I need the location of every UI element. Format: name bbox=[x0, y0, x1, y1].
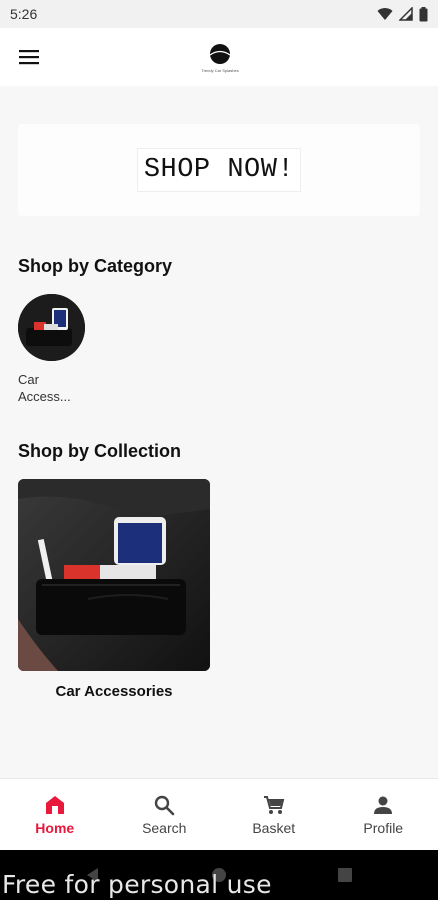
menu-button[interactable] bbox=[16, 44, 42, 70]
shop-now-banner[interactable]: SHOP NOW! bbox=[18, 124, 420, 216]
collection-item-car-accessories[interactable]: Car Accessories bbox=[18, 479, 210, 700]
status-icons bbox=[377, 6, 428, 22]
nav-basket[interactable]: Basket bbox=[219, 779, 329, 850]
collection-label: Car Accessories bbox=[55, 683, 173, 700]
nav-search-label: Search bbox=[142, 819, 187, 836]
brand-logo-mark: Trendy Car Splashes bbox=[201, 44, 239, 73]
category-label: Car Access... bbox=[18, 372, 71, 404]
nav-home[interactable]: Home bbox=[0, 779, 110, 850]
nav-profile[interactable]: Profile bbox=[329, 779, 438, 850]
home-icon bbox=[45, 795, 64, 814]
car-organizer-image bbox=[18, 294, 85, 361]
status-time: 5:26 bbox=[10, 6, 38, 22]
signal-icon bbox=[399, 7, 413, 21]
battery-icon bbox=[419, 6, 428, 21]
wifi-icon bbox=[377, 8, 393, 20]
car-organizer-photo bbox=[18, 479, 210, 671]
home-content[interactable]: SHOP NOW! Shop by Category Car Access...… bbox=[0, 86, 438, 778]
banner-label: SHOP NOW! bbox=[137, 149, 301, 191]
collection-section-title: Shop by Collection bbox=[18, 441, 182, 461]
category-thumbnail bbox=[18, 294, 85, 361]
brand-logo-text: Trendy Car Splashes bbox=[201, 68, 238, 73]
nav-profile-label: Profile bbox=[363, 819, 404, 836]
nav-search[interactable]: Search bbox=[110, 779, 220, 850]
cart-icon bbox=[263, 795, 285, 814]
person-icon bbox=[374, 796, 393, 814]
category-item-car-accessories[interactable]: Car Access... bbox=[18, 294, 98, 405]
app-bar: Trendy Car Splashes bbox=[0, 28, 438, 86]
collection-thumbnail bbox=[18, 479, 210, 671]
recents-icon[interactable] bbox=[337, 867, 353, 883]
category-section-title: Shop by Category bbox=[18, 256, 173, 276]
bottom-navigation: Home Search Basket Profile bbox=[0, 778, 438, 850]
hamburger-menu-icon bbox=[19, 50, 39, 65]
nav-home-label: Home bbox=[35, 819, 75, 836]
nav-basket-label: Basket bbox=[252, 819, 296, 836]
watermark-text: Free for personal use bbox=[2, 870, 272, 899]
brand-logo[interactable]: Trendy Car Splashes bbox=[196, 38, 244, 78]
search-icon bbox=[155, 795, 175, 815]
status-bar: 5:26 bbox=[0, 0, 438, 28]
